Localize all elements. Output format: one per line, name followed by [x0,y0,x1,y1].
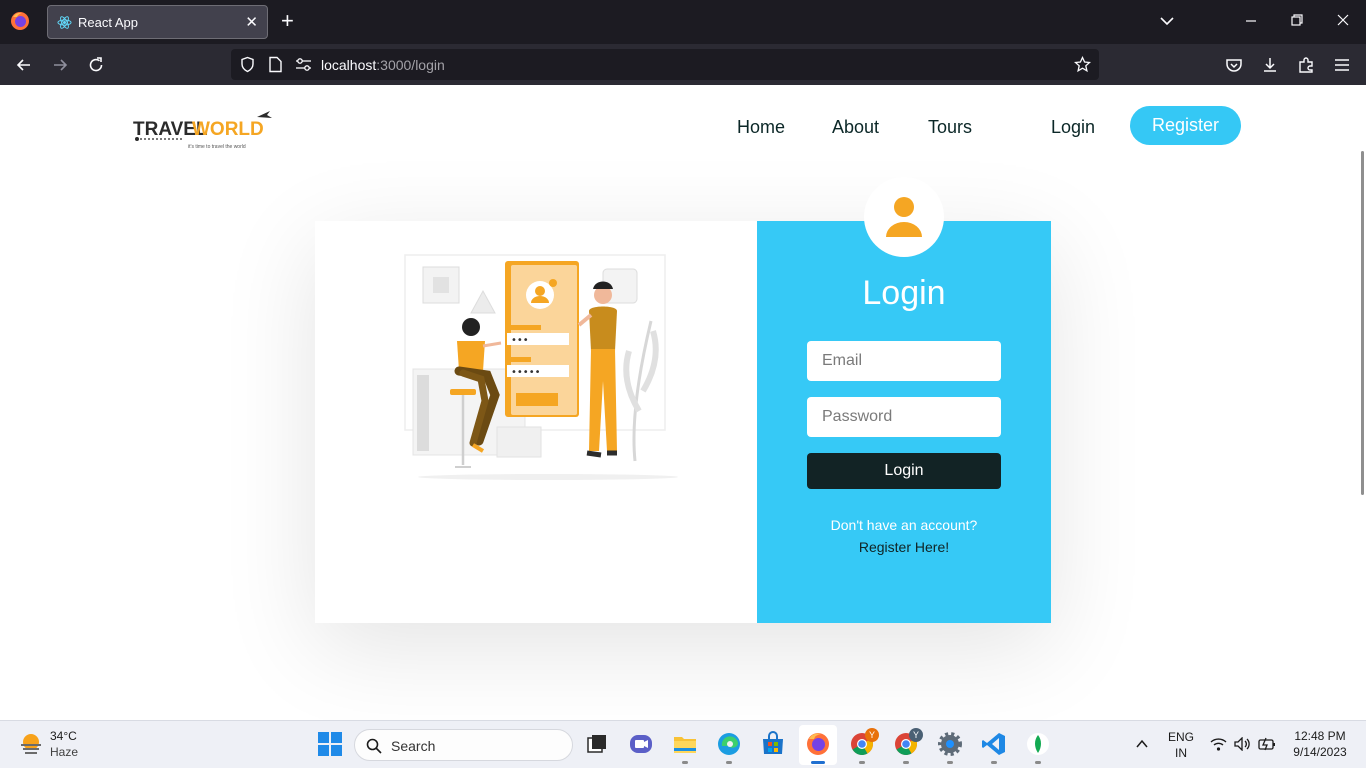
chrome-profile-badge: Y [909,728,923,742]
shield-icon[interactable] [239,56,256,73]
mongodb-compass-icon[interactable] [1025,731,1051,757]
logo-tagline: it's time to travel the world [188,144,246,150]
wifi-icon[interactable] [1210,737,1227,751]
volume-icon[interactable] [1234,737,1251,751]
hamburger-menu-icon[interactable] [1332,55,1352,75]
chrome-profile-badge: Y [865,728,879,742]
react-icon [57,16,72,29]
nav-home-link[interactable]: Home [737,117,785,138]
clock-time[interactable]: 12:48 PM [1288,729,1352,743]
search-label: Search [391,738,436,754]
url-path: :3000/login [376,57,445,73]
login-illustration-panel: ••• ••••• [315,221,757,623]
windows-taskbar: 34°C Haze Search Y Y ENG IN 12:48 PM 9/1… [0,720,1366,768]
airplane-icon [257,111,272,118]
back-arrow-icon[interactable] [14,55,34,75]
login-illustration: ••• ••••• [404,254,678,480]
svg-text:•••: ••• [511,335,529,346]
url-text[interactable]: localhost:3000/login [321,57,445,73]
minimize-icon[interactable] [1244,13,1258,27]
task-view-icon[interactable] [584,731,610,757]
weather-temperature[interactable]: 34°C [50,729,77,743]
edge-icon[interactable] [716,731,742,757]
firefox-taskbar-icon[interactable] [805,731,831,757]
password-input[interactable] [807,397,1001,437]
chevron-up-icon[interactable] [1135,738,1149,750]
nav-about-link[interactable]: About [832,117,879,138]
url-host: localhost [321,57,377,73]
weather-condition[interactable]: Haze [50,745,78,759]
nav-tours-link[interactable]: Tours [928,117,972,138]
user-avatar [864,177,944,257]
page-scrollbar[interactable] [1361,151,1364,495]
web-page: TRAVEL WORLD it's time to travel the wor… [0,85,1366,720]
login-form-panel: Login Login Don't have an account? Regis… [757,177,1051,623]
new-tab-button[interactable]: + [281,10,294,32]
search-icon [366,738,382,754]
travel-world-logo[interactable]: TRAVEL WORLD it's time to travel the wor… [133,108,273,152]
nav-login-link[interactable]: Login [1051,117,1095,138]
no-account-text: Don't have an account? [830,517,978,533]
running-indicator [726,761,732,764]
running-indicator [903,761,909,764]
login-card: ••• ••••• Login Email Login Don't have a… [315,177,1051,623]
email-input[interactable] [807,341,1001,381]
running-indicator [859,761,865,764]
extensions-icon[interactable] [1296,55,1316,75]
battery-charging-icon[interactable] [1258,737,1276,751]
forward-arrow-icon[interactable] [50,55,70,75]
browser-tab-active[interactable]: React App ✕ [47,5,268,39]
browser-tab-bar: React App ✕ + [0,0,1366,44]
language-indicator[interactable]: ENG [1168,730,1194,744]
vscode-icon[interactable] [981,731,1007,757]
running-indicator [991,761,997,764]
running-indicator [1035,761,1041,764]
active-app-indicator [811,761,825,764]
login-title: Login [862,274,946,312]
taskbar-search-box[interactable]: Search [354,729,573,761]
microsoft-store-icon[interactable] [760,731,786,757]
login-submit-button[interactable]: Login [807,453,1001,489]
teams-chat-icon[interactable] [628,731,654,757]
running-indicator [947,761,953,764]
register-here-link[interactable]: Register Here! [757,539,1051,555]
svg-text:•••••: ••••• [511,367,541,378]
user-icon [886,197,922,237]
pocket-icon[interactable] [1224,55,1244,75]
tab-close-icon[interactable]: ✕ [245,13,258,31]
chevron-down-icon[interactable] [1159,13,1175,29]
address-bar[interactable]: localhost:3000/login [231,49,1099,80]
clock-date[interactable]: 9/14/2023 [1288,745,1352,759]
logo-text-world: WORLD [192,119,264,140]
running-indicator [682,761,688,764]
settings-gear-icon[interactable] [937,731,963,757]
reload-icon[interactable] [86,55,106,75]
close-window-icon[interactable] [1336,13,1350,27]
file-explorer-icon[interactable] [672,731,698,757]
firefox-icon[interactable] [10,11,30,31]
tab-title: React App [78,15,138,30]
browser-nav-bar: localhost:3000/login [0,44,1366,85]
bookmark-star-icon[interactable] [1074,56,1091,73]
region-indicator[interactable]: IN [1168,746,1194,760]
nav-register-button[interactable]: Register [1130,106,1241,145]
windows-start-icon[interactable] [317,731,343,757]
downloads-icon[interactable] [1260,55,1280,75]
page-icon[interactable] [268,56,283,73]
restore-icon[interactable] [1290,13,1304,27]
weather-haze-icon[interactable] [18,731,44,757]
permissions-icon[interactable] [295,57,312,72]
